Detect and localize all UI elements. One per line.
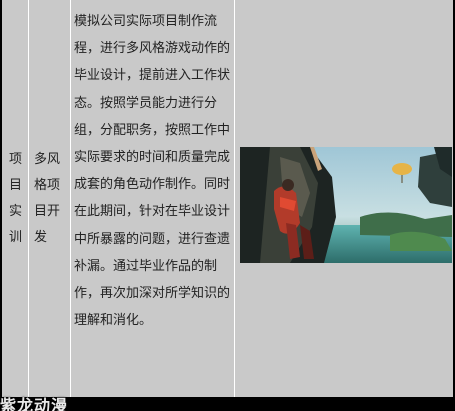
curriculum-table: 项 目 实 训 多风 格项 目开 发 模拟公司实际项目制作流程，进行多风格游戏动… <box>2 0 453 397</box>
description-cell: 模拟公司实际项目制作流程，进行多风格游戏动作的毕业设计，提前进入工作状态。按照学… <box>71 0 235 397</box>
description-text: 模拟公司实际项目制作流程，进行多风格游戏动作的毕业设计，提前进入工作状态。按照学… <box>74 14 231 329</box>
page: 项 目 实 训 多风 格项 目开 发 模拟公司实际项目制作流程，进行多风格游戏动… <box>0 0 455 411</box>
project-cell: 多风 格项 目开 发 <box>29 0 71 397</box>
image-cell <box>235 0 453 397</box>
watermark-logo: 紫龙动漫 <box>0 396 69 411</box>
category-label: 项 目 实 训 <box>9 151 23 245</box>
category-cell: 项 目 实 训 <box>2 0 29 397</box>
project-label: 多风 格项 目开 发 <box>34 151 61 245</box>
game-artwork-image <box>240 147 452 263</box>
game-artwork-illustration <box>240 147 452 263</box>
